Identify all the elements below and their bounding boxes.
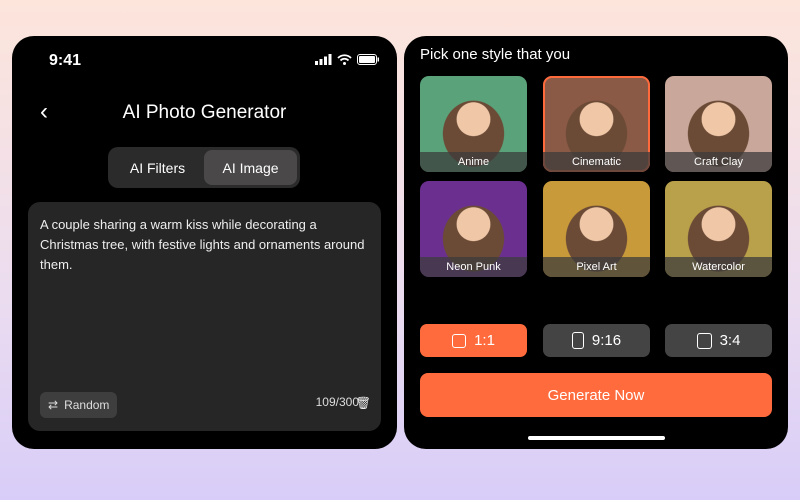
random-label: Random (64, 398, 110, 412)
shuffle-icon: ⇄ (48, 398, 59, 412)
ratio-label: 3:4 (719, 332, 741, 349)
tab-ai-image[interactable]: AI Image (204, 150, 297, 185)
ratio-1-1-button[interactable]: 1:1 (420, 324, 527, 357)
portrait-icon (571, 332, 584, 349)
ratio-3-4-button[interactable]: 3:4 (665, 324, 772, 357)
style-label: Neon Punk (420, 257, 527, 277)
style-label: Cinematic (543, 152, 650, 172)
wifi-icon (337, 54, 352, 65)
random-button[interactable]: ⇄ Random (40, 392, 118, 418)
style-heading: Pick one style that you (420, 46, 571, 63)
prompt-screen: 9:41 ‹ AI Photo Generator AI Filters AI … (12, 36, 397, 449)
style-screen: Pick one style that you Anime Cinematic Cr… (404, 36, 788, 449)
style-card-pixel-art[interactable]: Pixel Art (543, 181, 650, 277)
style-label: Pixel Art (543, 257, 650, 277)
style-card-watercolor[interactable]: Watercolor (665, 181, 772, 277)
style-card-neon-punk[interactable]: Neon Punk (420, 181, 527, 277)
style-label: Watercolor (665, 257, 772, 277)
style-card-cinematic[interactable]: Cinematic (543, 76, 650, 172)
ratio-label: 9:16 (591, 332, 622, 349)
style-label: Anime (420, 152, 527, 172)
ratio-9-16-button[interactable]: 9:16 (543, 324, 650, 357)
signal-icon (315, 54, 332, 65)
char-count: 109/300 (315, 395, 359, 409)
tab-ai-filters[interactable]: AI Filters (111, 150, 204, 185)
style-card-craft-clay[interactable]: Craft Clay (665, 76, 772, 172)
home-indicator (528, 436, 665, 440)
style-card-anime[interactable]: Anime (420, 76, 527, 172)
ratio-label: 1:1 (474, 332, 495, 349)
page-title: AI Photo Generator (122, 102, 287, 123)
prompt-text[interactable]: A couple sharing a warm kiss while decor… (40, 215, 369, 275)
battery-icon (357, 54, 379, 65)
mode-tabs: AI Filters AI Image (108, 147, 300, 188)
style-label: Craft Clay (665, 152, 772, 172)
trash-icon[interactable]: 🗑 (356, 393, 371, 413)
prompt-input[interactable]: A couple sharing a warm kiss while decor… (28, 202, 381, 431)
generate-now-button[interactable]: Generate Now (420, 373, 772, 417)
status-icons (315, 54, 379, 65)
status-time: 9:41 (49, 52, 82, 69)
square-icon (452, 333, 467, 348)
rectangle-icon (696, 332, 712, 349)
